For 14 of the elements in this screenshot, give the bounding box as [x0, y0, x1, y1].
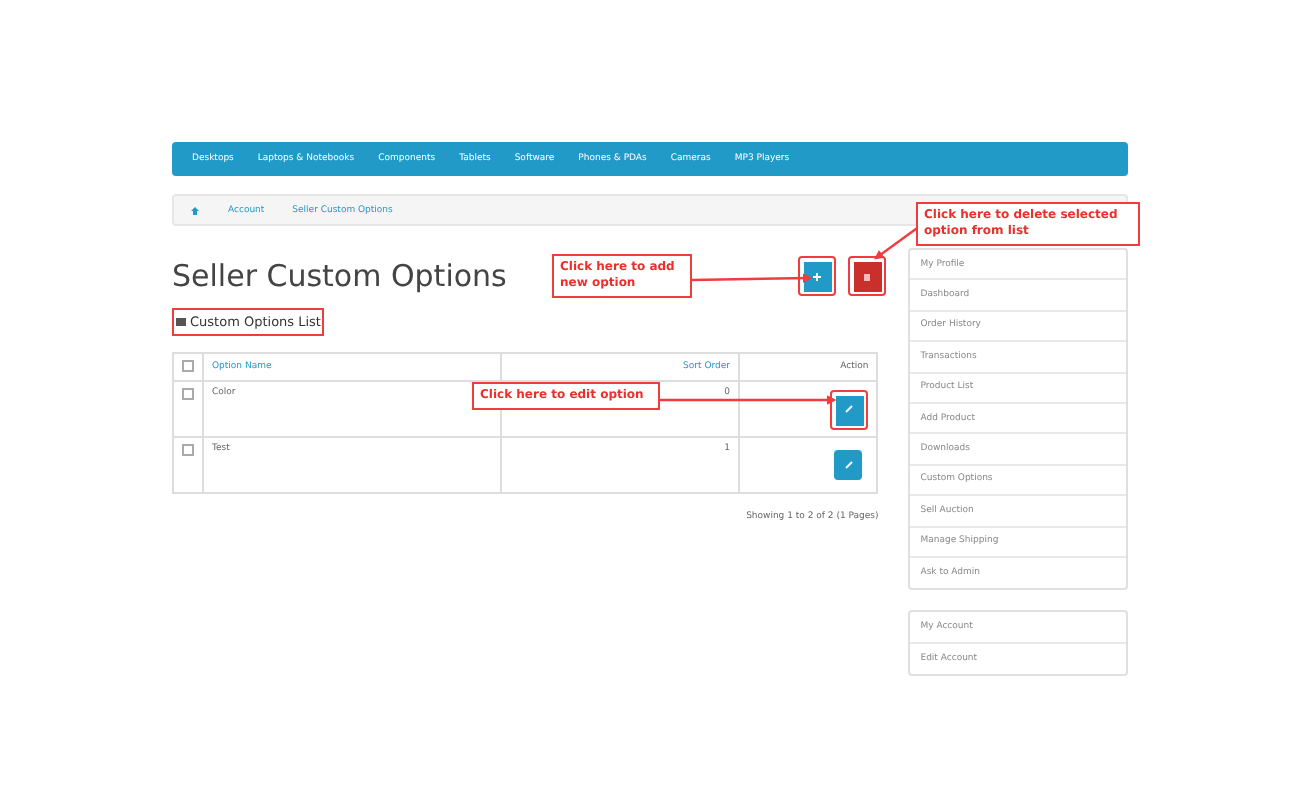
plus-icon [812, 271, 823, 281]
add-button[interactable] [798, 256, 837, 296]
pencil-icon [843, 460, 854, 470]
checkbox[interactable] [182, 359, 194, 371]
arrow [691, 273, 813, 283]
delete-button[interactable] [848, 256, 887, 296]
page-title: Seller Custom Options [172, 258, 507, 294]
checkbox[interactable] [182, 444, 194, 456]
edit-button[interactable] [830, 389, 869, 429]
edit-button[interactable] [834, 450, 863, 480]
pencil-icon [844, 404, 855, 414]
list-icon [176, 318, 186, 326]
checkbox[interactable] [182, 388, 194, 400]
arrow [874, 225, 921, 260]
